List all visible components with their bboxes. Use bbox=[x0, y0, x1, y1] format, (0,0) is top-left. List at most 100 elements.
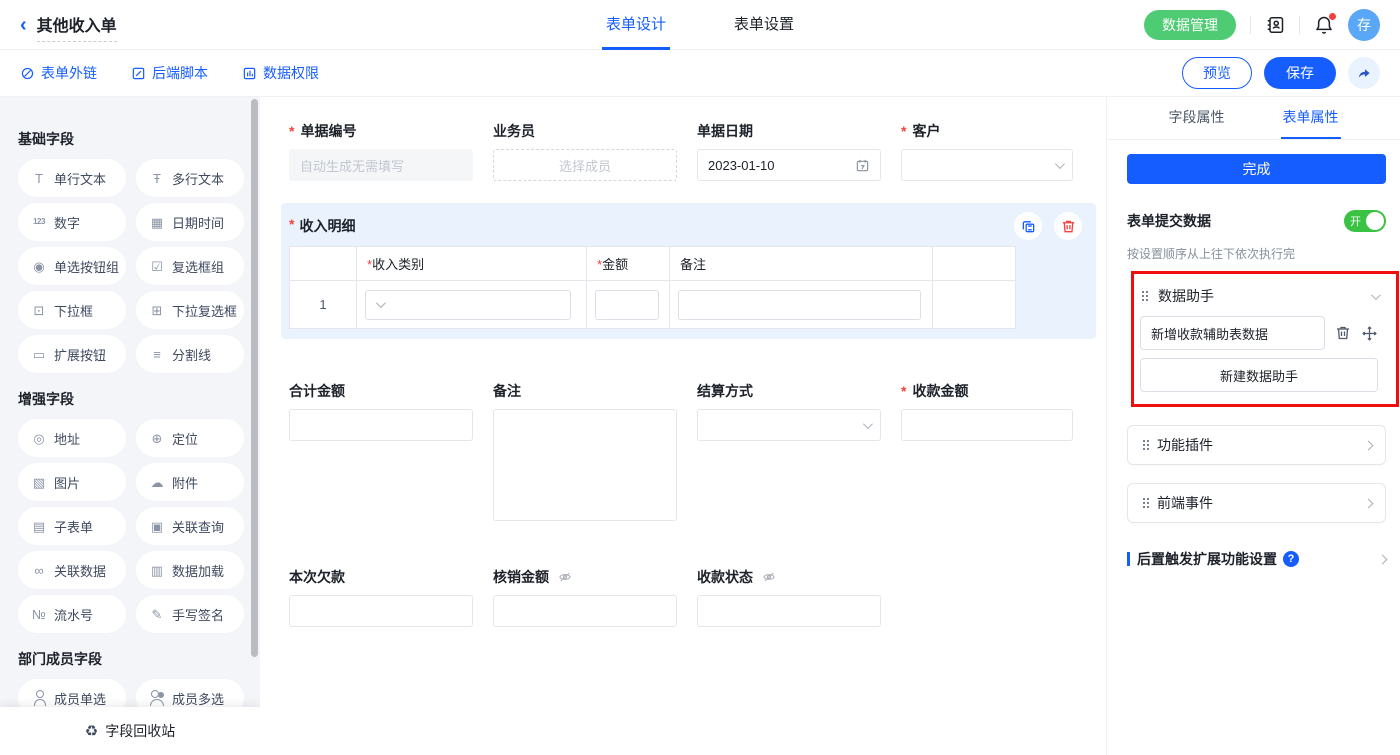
sidebar-item-extend-button[interactable]: ▭ 扩展按钮 bbox=[18, 335, 126, 373]
share-button[interactable] bbox=[1348, 57, 1380, 89]
sidebar-section-title: 增强字段 bbox=[18, 389, 244, 409]
function-plugin-card[interactable]: 功能插件 bbox=[1127, 425, 1386, 465]
member-multi-icon bbox=[149, 690, 165, 706]
form-external-link[interactable]: 表单外链 bbox=[20, 63, 97, 83]
remark-input[interactable] bbox=[678, 290, 921, 320]
field-bill-date[interactable]: 单据日期 2023-01-10 bbox=[697, 121, 881, 181]
sidebar-item-attachment[interactable]: ☁ 附件 bbox=[136, 463, 244, 501]
sidebar-item-dropdown-multi[interactable]: ⊞ 下拉复选框 bbox=[136, 291, 244, 329]
current-debt-input[interactable] bbox=[289, 595, 473, 627]
income-detail-subtable[interactable]: *收入明细 *收入类别 *金额 备注 bbox=[281, 203, 1096, 339]
sidebar-item-single-line-text[interactable]: T 单行文本 bbox=[18, 159, 126, 197]
tab-field-properties[interactable]: 字段属性 bbox=[1167, 97, 1227, 139]
new-data-helper-button[interactable]: 新建数据助手 bbox=[1140, 358, 1378, 392]
data-permission-link[interactable]: 数据权限 bbox=[242, 63, 319, 83]
avatar[interactable]: 存 bbox=[1348, 9, 1380, 41]
post-trigger-settings-row[interactable]: 后置触发扩展功能设置 ? bbox=[1127, 549, 1386, 569]
sidebar-item-radio-group[interactable]: ◉ 单选按钮组 bbox=[18, 247, 126, 285]
form-submit-toggle[interactable]: 开 bbox=[1344, 210, 1386, 232]
field-remark[interactable]: 备注 bbox=[493, 381, 677, 521]
bill-number-input[interactable]: 自动生成无需填写 bbox=[289, 149, 473, 181]
field-type-label: 单选按钮组 bbox=[54, 257, 119, 276]
sidebar-item-address[interactable]: ◎ 地址 bbox=[18, 419, 126, 457]
sidebar-item-relation-query[interactable]: ▣ 关联查询 bbox=[136, 507, 244, 545]
help-icon[interactable]: ? bbox=[1283, 551, 1299, 567]
sidebar-item-checkbox-group[interactable]: ☑ 复选框组 bbox=[136, 247, 244, 285]
sidebar-item-data-load[interactable]: ▥ 数据加载 bbox=[136, 551, 244, 589]
subtable-title: *收入明细 bbox=[289, 216, 355, 236]
sidebar-item-number[interactable]: 123 数字 bbox=[18, 203, 126, 241]
receipt-status-input[interactable] bbox=[697, 595, 881, 627]
field-current-debt[interactable]: 本次欠款 bbox=[289, 567, 473, 627]
delete-subtable-button[interactable] bbox=[1054, 212, 1082, 240]
sidebar-item-datetime[interactable]: ▦ 日期时间 bbox=[136, 203, 244, 241]
field-type-label: 成员多选 bbox=[172, 689, 224, 708]
frontend-event-label: 前端事件 bbox=[1157, 493, 1213, 513]
move-helper-icon[interactable] bbox=[1361, 325, 1378, 342]
data-helper-item-name[interactable]: 新增收款辅助表数据 bbox=[1140, 316, 1325, 350]
field-type-label: 复选框组 bbox=[172, 257, 224, 276]
field-type-label: 关联查询 bbox=[172, 517, 224, 536]
done-button[interactable]: 完成 bbox=[1127, 154, 1386, 184]
drag-handle-icon[interactable] bbox=[1143, 498, 1145, 500]
field-settlement-method[interactable]: 结算方式 bbox=[697, 381, 881, 521]
data-helper-header[interactable]: 数据助手 bbox=[1140, 280, 1378, 312]
form-external-link-label: 表单外链 bbox=[41, 63, 97, 83]
divider bbox=[1250, 16, 1251, 34]
field-salesperson[interactable]: 业务员 选择成员 bbox=[493, 121, 677, 181]
save-button[interactable]: 保存 bbox=[1264, 57, 1336, 89]
field-label: *单据编号 bbox=[289, 121, 473, 141]
sidebar-item-dropdown[interactable]: ⊡ 下拉框 bbox=[18, 291, 126, 329]
field-writeoff-amount[interactable]: 核销金额 bbox=[493, 567, 677, 627]
sidebar-item-image[interactable]: ▧ 图片 bbox=[18, 463, 126, 501]
sidebar-item-location[interactable]: ⊕ 定位 bbox=[136, 419, 244, 457]
sidebar-item-divider[interactable]: ≡ 分割线 bbox=[136, 335, 244, 373]
amount-cell bbox=[587, 281, 670, 329]
sidebar-item-multi-line-text[interactable]: Ŧ 多行文本 bbox=[136, 159, 244, 197]
amount-input[interactable] bbox=[595, 290, 659, 320]
field-customer[interactable]: *客户 bbox=[901, 121, 1073, 181]
sidebar-item-serial-number[interactable]: № 流水号 bbox=[18, 595, 126, 633]
remark-cell bbox=[670, 281, 933, 329]
tab-form-properties[interactable]: 表单属性 bbox=[1281, 97, 1341, 139]
writeoff-amount-input[interactable] bbox=[493, 595, 677, 627]
total-amount-input[interactable] bbox=[289, 409, 473, 441]
bill-date-input[interactable]: 2023-01-10 bbox=[697, 149, 881, 181]
subtable-grid: *收入类别 *金额 备注 1 bbox=[289, 246, 1016, 329]
top-right-actions: 数据管理 存 bbox=[1144, 9, 1380, 41]
notification-bell-icon[interactable] bbox=[1314, 15, 1334, 35]
tab-form-settings[interactable]: 表单设置 bbox=[730, 0, 798, 50]
sidebar-scrollbar[interactable] bbox=[251, 99, 258, 657]
income-type-select[interactable] bbox=[365, 290, 571, 320]
cloud-icon: ☁ bbox=[149, 474, 165, 490]
sidebar-item-signature[interactable]: ✎ 手写签名 bbox=[136, 595, 244, 633]
row-index: 1 bbox=[290, 281, 357, 329]
text-icon: T bbox=[31, 170, 47, 186]
data-manage-button[interactable]: 数据管理 bbox=[1144, 10, 1236, 40]
delete-helper-icon[interactable] bbox=[1335, 325, 1351, 341]
form-designer-app: ‹ 其他收入单 表单设计 表单设置 数据管理 bbox=[0, 0, 1400, 755]
sidebar-section: 基础字段 T 单行文本 Ŧ 多行文本 123 数字 ▦ bbox=[18, 129, 244, 373]
frontend-event-card[interactable]: 前端事件 bbox=[1127, 483, 1386, 523]
drag-handle-icon[interactable] bbox=[1142, 291, 1144, 293]
field-recycle-bin[interactable]: ♻ 字段回收站 bbox=[0, 707, 260, 755]
customer-select[interactable] bbox=[901, 149, 1073, 181]
sidebar-item-subform[interactable]: ▤ 子表单 bbox=[18, 507, 126, 545]
field-total-amount[interactable]: 合计金额 bbox=[289, 381, 473, 521]
preview-button[interactable]: 预览 bbox=[1182, 57, 1252, 89]
address-book-icon[interactable] bbox=[1265, 15, 1285, 35]
tab-form-design[interactable]: 表单设计 bbox=[602, 0, 670, 50]
backend-script-link-label: 后端脚本 bbox=[152, 63, 208, 83]
backend-script-link[interactable]: 后端脚本 bbox=[131, 63, 208, 83]
settlement-method-select[interactable] bbox=[697, 409, 881, 441]
sidebar-item-relation-data[interactable]: ∞ 关联数据 bbox=[18, 551, 126, 589]
field-bill-number[interactable]: *单据编号 自动生成无需填写 bbox=[289, 121, 473, 181]
copy-subtable-button[interactable] bbox=[1014, 212, 1042, 240]
drag-handle-icon[interactable] bbox=[1143, 440, 1145, 442]
field-receipt-amount[interactable]: *收款金额 bbox=[901, 381, 1073, 521]
remark-textarea[interactable] bbox=[493, 409, 677, 521]
back-icon[interactable]: ‹ bbox=[20, 15, 27, 35]
salesperson-picker[interactable]: 选择成员 bbox=[493, 149, 677, 181]
field-receipt-status[interactable]: 收款状态 bbox=[697, 567, 881, 627]
receipt-amount-input[interactable] bbox=[901, 409, 1073, 441]
